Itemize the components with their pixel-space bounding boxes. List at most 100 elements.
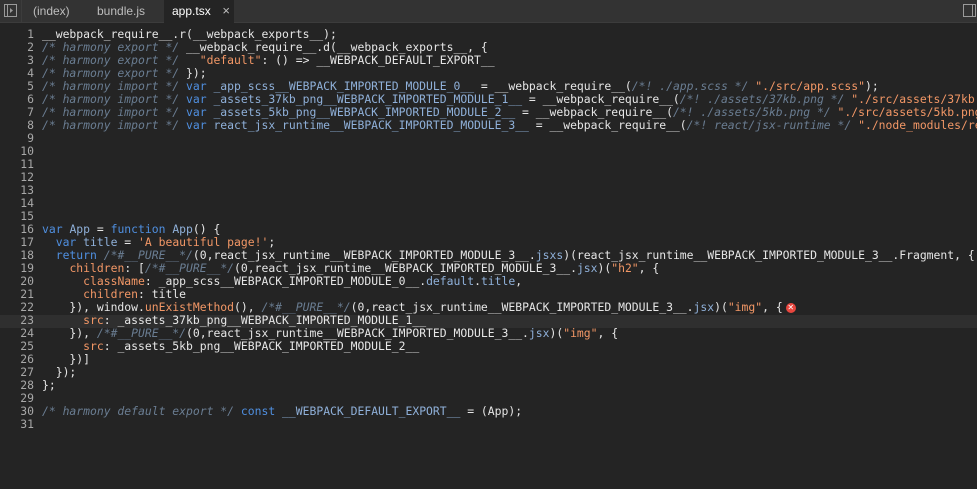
toggle-sidebar-button[interactable] <box>0 0 22 22</box>
code-text: = (App); <box>460 405 523 418</box>
code-content[interactable]: __webpack_require__.r(__webpack_exports_… <box>42 28 977 431</box>
code-identifier: title <box>480 275 516 288</box>
code-string: 'A beautiful page!' <box>138 236 269 249</box>
code-keyword: const <box>240 405 276 418</box>
code-text: )( <box>549 327 564 340</box>
code-text: __webpack_require__.d(__webpack_exports_… <box>179 41 488 54</box>
code-identifier: jsx <box>693 301 715 314</box>
code-editor[interactable]: 1 2 3 4 5 6 7 8 9 10 11 12 13 14 15 16 17 18 19 20 21 22 23 24 2… <box>0 23 977 489</box>
code-text: = __webpack_require__( <box>522 93 680 106</box>
code-string: "./src/app.scss" <box>755 80 865 93</box>
code-keyword: function <box>110 223 166 236</box>
code-string: src <box>83 340 104 353</box>
code-text: __webpack_require__.r(__webpack_exports_… <box>42 28 337 41</box>
code-line: /* harmony import */ var _app_scss__WEBP… <box>42 80 977 93</box>
code-keyword: var <box>186 93 207 106</box>
tab-bundle-js[interactable]: bundle.js <box>89 0 153 22</box>
code-text: , <box>515 275 523 288</box>
code-text: ); <box>864 80 879 93</box>
code-comment: /* harmony default export */ <box>42 405 235 418</box>
code-text: = <box>90 223 111 236</box>
code-string: "./node_modules/react/jsx-runtime.js" <box>858 119 977 132</box>
code-keyword: var <box>186 106 207 119</box>
code-comment: /* harmony export */ <box>42 67 180 80</box>
code-string: className <box>83 275 145 288</box>
code-comment: /*#__PURE__*/ <box>103 249 193 262</box>
code-identifier: _assets_5kb_png__WEBPACK_IMPORTED_MODULE… <box>213 106 516 119</box>
tab-label: bundle.js <box>97 4 146 18</box>
code-text: }); <box>179 67 207 80</box>
code-text: , { <box>638 262 660 275</box>
code-keyword: var <box>186 119 207 132</box>
code-text: }), window. <box>42 301 145 314</box>
code-identifier: default <box>426 275 475 288</box>
code-text: )( <box>714 301 728 314</box>
code-identifier: jsx <box>576 262 598 275</box>
line-number-gutter[interactable]: 1 2 3 4 5 6 7 8 9 10 11 12 13 14 15 16 17 18 19 20 21 22 23 24 2… <box>0 28 34 431</box>
code-comment: /*! react/jsx-runtime */ <box>686 119 852 132</box>
code-identifier: __WEBPACK_DEFAULT_EXPORT__ <box>282 405 461 418</box>
code-identifier: _assets_37kb_png__WEBPACK_IMPORTED_MODUL… <box>213 93 523 106</box>
code-text: (0,react_jsx_runtime__WEBPACK_IMPORTED_M… <box>350 301 694 314</box>
code-text: (), <box>234 301 262 314</box>
code-text: = __webpack_require__( <box>528 119 687 132</box>
code-keyword: var <box>42 223 63 236</box>
code-comment: /*#__PURE__*/ <box>261 301 351 314</box>
code-text: : _assets_37kb_png__WEBPACK_IMPORTED_MOD… <box>103 314 427 327</box>
code-text: : title <box>138 288 187 301</box>
code-text: , { <box>597 327 619 340</box>
code-comment: /*#__PURE__*/ <box>96 327 187 340</box>
code-identifier: title <box>83 236 118 249</box>
code-string: children <box>69 262 125 275</box>
code-comment: /* harmony import */ <box>42 106 180 119</box>
code-text: }); <box>42 366 77 379</box>
code-comment: /* harmony import */ <box>42 93 180 106</box>
error-icon[interactable]: ✕ <box>785 302 796 313</box>
toggle-debugger-sidebar-button[interactable] <box>959 0 977 22</box>
sidebar-toggle-icon <box>963 4 976 17</box>
code-line: /* harmony import */ var _assets_37kb_pn… <box>42 93 977 106</box>
code-text: })] <box>42 353 91 366</box>
code-line: return /*#__PURE__*/(0,react_jsx_runtime… <box>42 249 977 262</box>
code-line: children: [/*#__PURE__*/(0,react_jsx_run… <box>42 262 977 275</box>
code-line: }), window.unExistMethod(), /*#__PURE__*… <box>42 301 977 314</box>
code-line: var App = function App() { <box>42 223 977 236</box>
code-comment: /*#__PURE__*/ <box>144 262 235 275</box>
code-line: }; <box>42 379 977 392</box>
code-text: ; <box>268 236 276 249</box>
tab-index[interactable]: (index) <box>25 0 78 22</box>
code-string: "img" <box>563 327 598 340</box>
code-identifier: react_jsx_runtime__WEBPACK_IMPORTED_MODU… <box>213 119 529 132</box>
code-text: }; <box>42 379 56 392</box>
code-line: /* harmony export */ __webpack_require__… <box>42 41 977 54</box>
close-tab-icon[interactable]: × <box>222 0 230 22</box>
code-text: . <box>474 275 481 288</box>
code-line: children: title <box>42 288 977 301</box>
code-line: className: _app_scss__WEBPACK_IMPORTED_M… <box>42 275 977 288</box>
line-number[interactable]: 31 <box>0 418 34 431</box>
code-string: "./src/assets/37kb.png" <box>851 93 977 106</box>
sidebar-toggle-icon <box>4 4 17 17</box>
tab-bar: (index) bundle.js app.tsx × <box>0 0 977 23</box>
code-line: src: _assets_5kb_png__WEBPACK_IMPORTED_M… <box>42 340 977 353</box>
code-text: : [ <box>124 262 145 275</box>
code-comment: /*! ./app.scss */ <box>631 80 749 93</box>
tab-app-tsx[interactable]: app.tsx × <box>164 0 234 23</box>
tab-label: (index) <box>33 4 70 18</box>
code-text: = __webpack_require__( <box>474 80 632 93</box>
code-line: src: _assets_37kb_png__WEBPACK_IMPORTED_… <box>42 314 977 327</box>
code-string: "./src/assets/5kb.png" <box>837 106 977 119</box>
